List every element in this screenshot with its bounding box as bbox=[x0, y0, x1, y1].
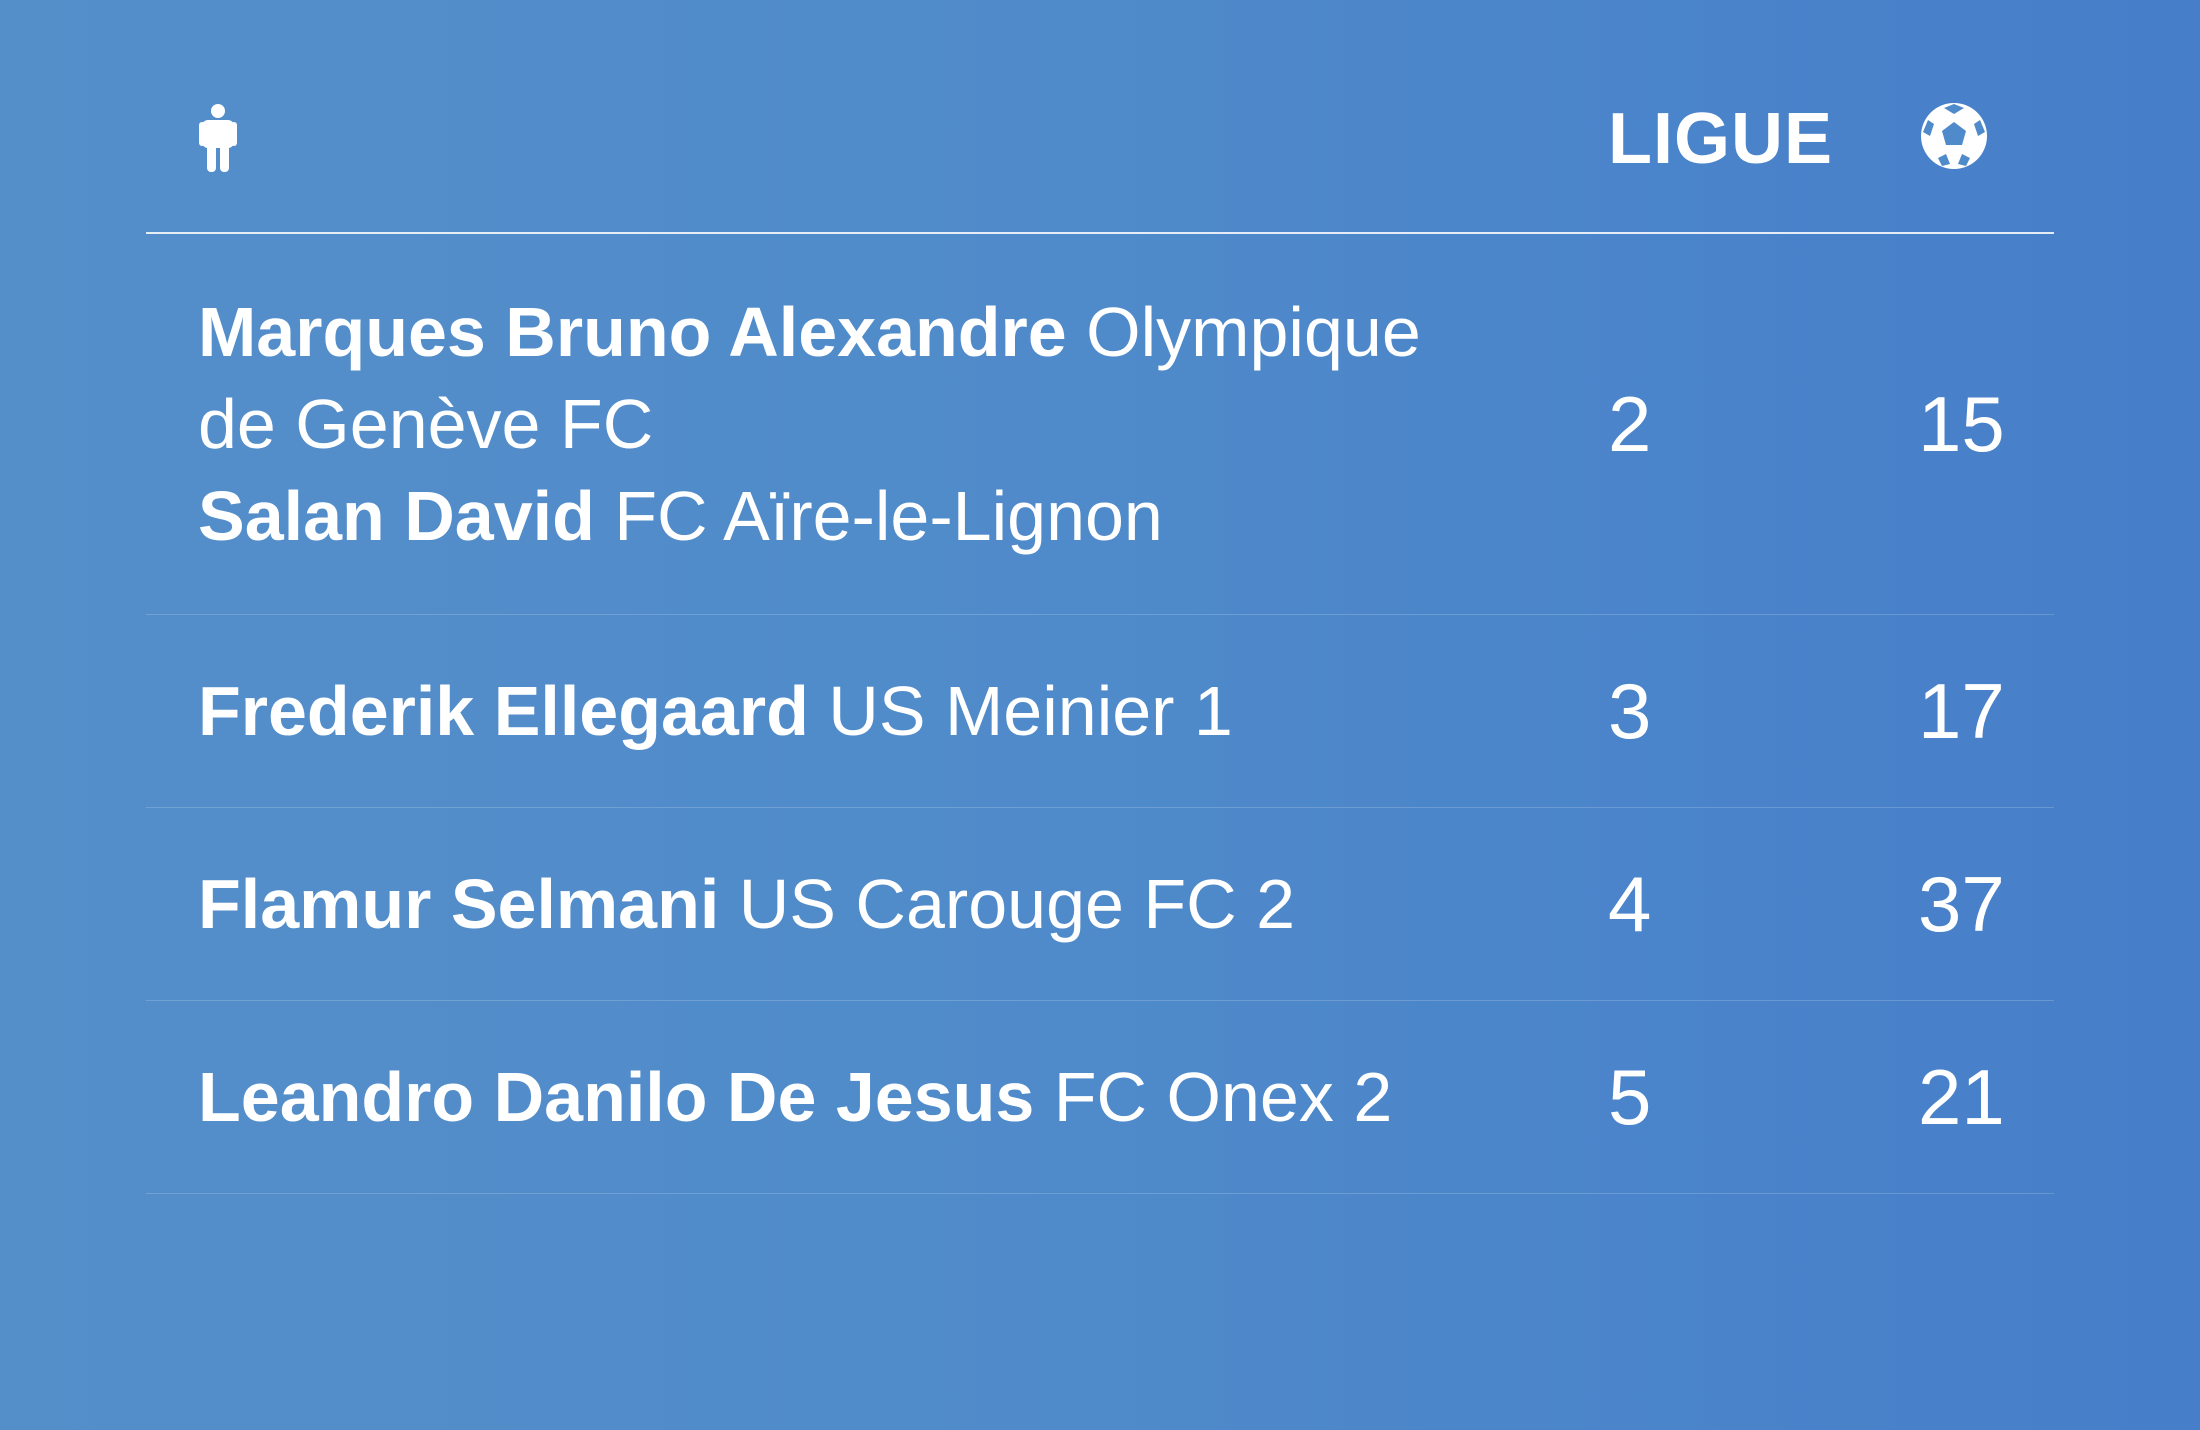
player-name: Frederik Ellegaard bbox=[198, 672, 809, 750]
league-value: 5 bbox=[1608, 1053, 1652, 1141]
player-entry: Leandro Danilo De Jesus FC Onex 2 bbox=[198, 1051, 1598, 1143]
club-name: FC Onex 2 bbox=[1053, 1058, 1393, 1136]
table-row[interactable]: Leandro Danilo De Jesus FC Onex 2 5 21 bbox=[146, 1001, 2054, 1194]
player-name: Flamur Selmani bbox=[198, 865, 720, 943]
player-entry: Frederik Ellegaard US Meinier 1 bbox=[198, 665, 1598, 757]
players-cell: Flamur Selmani US Carouge FC 2 bbox=[198, 858, 1598, 950]
player-name: Marques Bruno Alexandre bbox=[198, 293, 1067, 371]
players-cell: Leandro Danilo De Jesus FC Onex 2 bbox=[198, 1051, 1598, 1143]
table-row[interactable]: Marques Bruno Alexandre Olympique de Gen… bbox=[146, 234, 2054, 615]
table-row[interactable]: Flamur Selmani US Carouge FC 2 4 37 bbox=[146, 808, 2054, 1001]
club-name: FC Aïre-le-Lignon bbox=[614, 477, 1163, 555]
table-row[interactable]: Frederik Ellegaard US Meinier 1 3 17 bbox=[146, 615, 2054, 808]
player-entry: Flamur Selmani US Carouge FC 2 bbox=[198, 858, 1598, 950]
league-value: 4 bbox=[1608, 860, 1652, 948]
players-cell: Marques Bruno Alexandre Olympique de Gen… bbox=[198, 286, 1598, 562]
player-name: Salan David bbox=[198, 477, 595, 555]
soccer-ball-icon bbox=[1921, 103, 1987, 169]
goals-value: 15 bbox=[1918, 380, 2005, 468]
goals-value: 17 bbox=[1918, 667, 2005, 755]
person-icon bbox=[199, 104, 237, 172]
scorers-table: LIGUE Marques Bruno Alexandre Olympique … bbox=[146, 70, 2054, 1194]
table-header: LIGUE bbox=[146, 70, 2054, 234]
goals-value: 21 bbox=[1918, 1053, 2005, 1141]
club-name: US Meinier 1 bbox=[828, 672, 1233, 750]
player-entry: Salan David FC Aïre-le-Lignon bbox=[198, 470, 1598, 562]
league-value: 3 bbox=[1608, 667, 1652, 755]
player-entry: Marques Bruno Alexandre Olympique de Gen… bbox=[198, 286, 1508, 470]
league-column-header: LIGUE bbox=[1608, 99, 1834, 179]
players-cell: Frederik Ellegaard US Meinier 1 bbox=[198, 665, 1598, 757]
player-name: Leandro Danilo De Jesus bbox=[198, 1058, 1035, 1136]
league-value: 2 bbox=[1608, 380, 1652, 468]
club-name: US Carouge FC 2 bbox=[738, 865, 1296, 943]
goals-value: 37 bbox=[1918, 860, 2005, 948]
